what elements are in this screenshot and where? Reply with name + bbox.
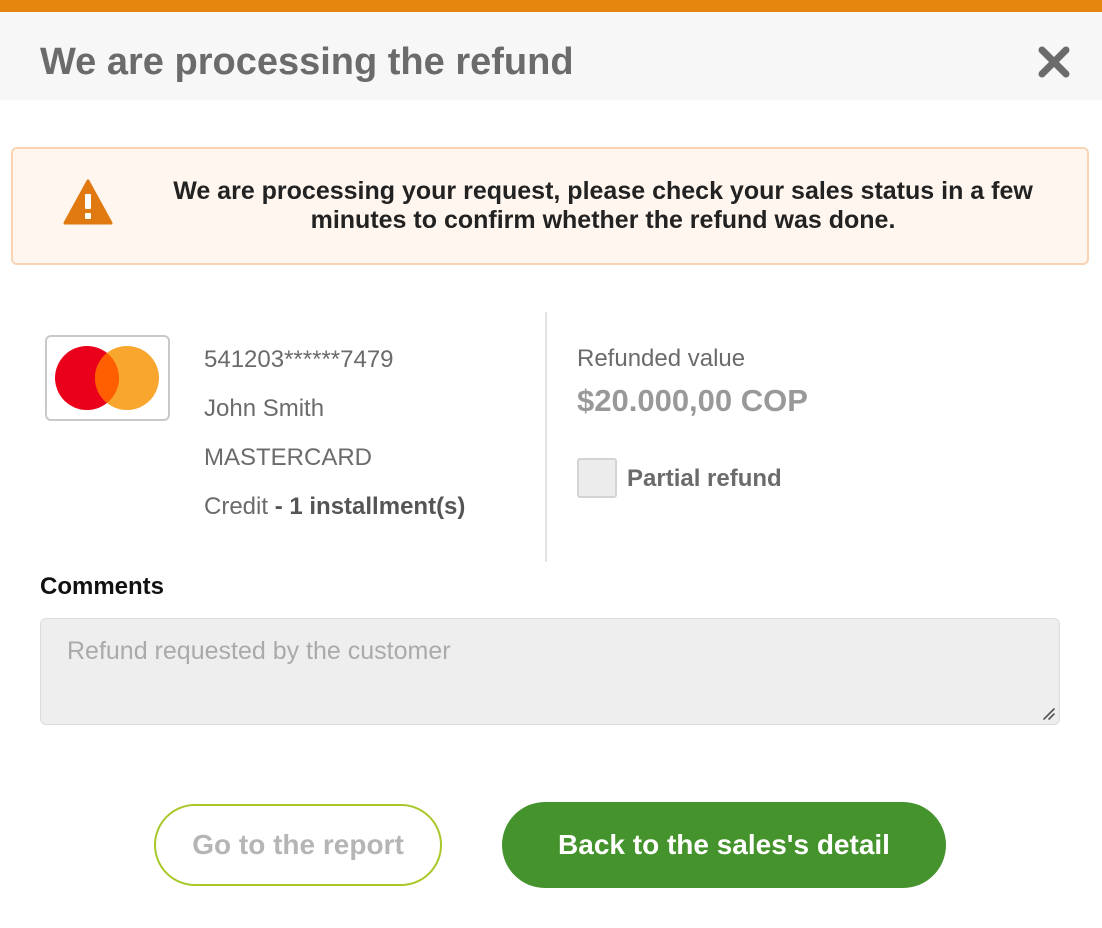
close-icon	[1038, 46, 1070, 78]
card-brand-logo	[45, 335, 170, 421]
processing-alert: We are processing your request, please c…	[11, 147, 1089, 265]
back-to-sales-detail-button[interactable]: Back to the sales's detail	[502, 802, 946, 888]
refunded-value-amount: $20.000,00 COP	[577, 383, 808, 418]
comments-textarea[interactable]	[40, 618, 1060, 725]
page-title: We are processing the refund	[40, 41, 574, 83]
mastercard-logo-icon	[55, 346, 159, 410]
close-button[interactable]	[1034, 42, 1074, 82]
comments-label: Comments	[40, 573, 165, 600]
card-brand: MASTERCARD	[204, 444, 373, 471]
modal-header: We are processing the refund	[0, 12, 1102, 100]
card-details: 541203******7479 John Smith MASTERCARD C…	[204, 345, 465, 541]
accent-top-bar	[0, 0, 1102, 12]
vertical-divider	[545, 312, 547, 562]
card-holder: John Smith	[204, 395, 325, 422]
card-payment-type: Credit - 1 installment(s)	[204, 492, 465, 541]
card-number: 541203******7479	[204, 346, 394, 373]
alert-message: We are processing your request, please c…	[173, 177, 1033, 234]
refund-modal: We are processing the refund We are proc…	[0, 0, 1102, 928]
card-installments: - 1 installment(s)	[268, 493, 466, 520]
card-type: Credit	[204, 493, 269, 520]
partial-refund-checkbox[interactable]	[577, 458, 617, 498]
refunded-value-label: Refunded value	[577, 345, 746, 372]
go-to-report-button[interactable]: Go to the report	[154, 804, 442, 886]
partial-refund-label[interactable]: Partial refund	[627, 464, 782, 494]
resize-grip-icon[interactable]	[1041, 706, 1055, 720]
warning-icon	[63, 179, 113, 225]
